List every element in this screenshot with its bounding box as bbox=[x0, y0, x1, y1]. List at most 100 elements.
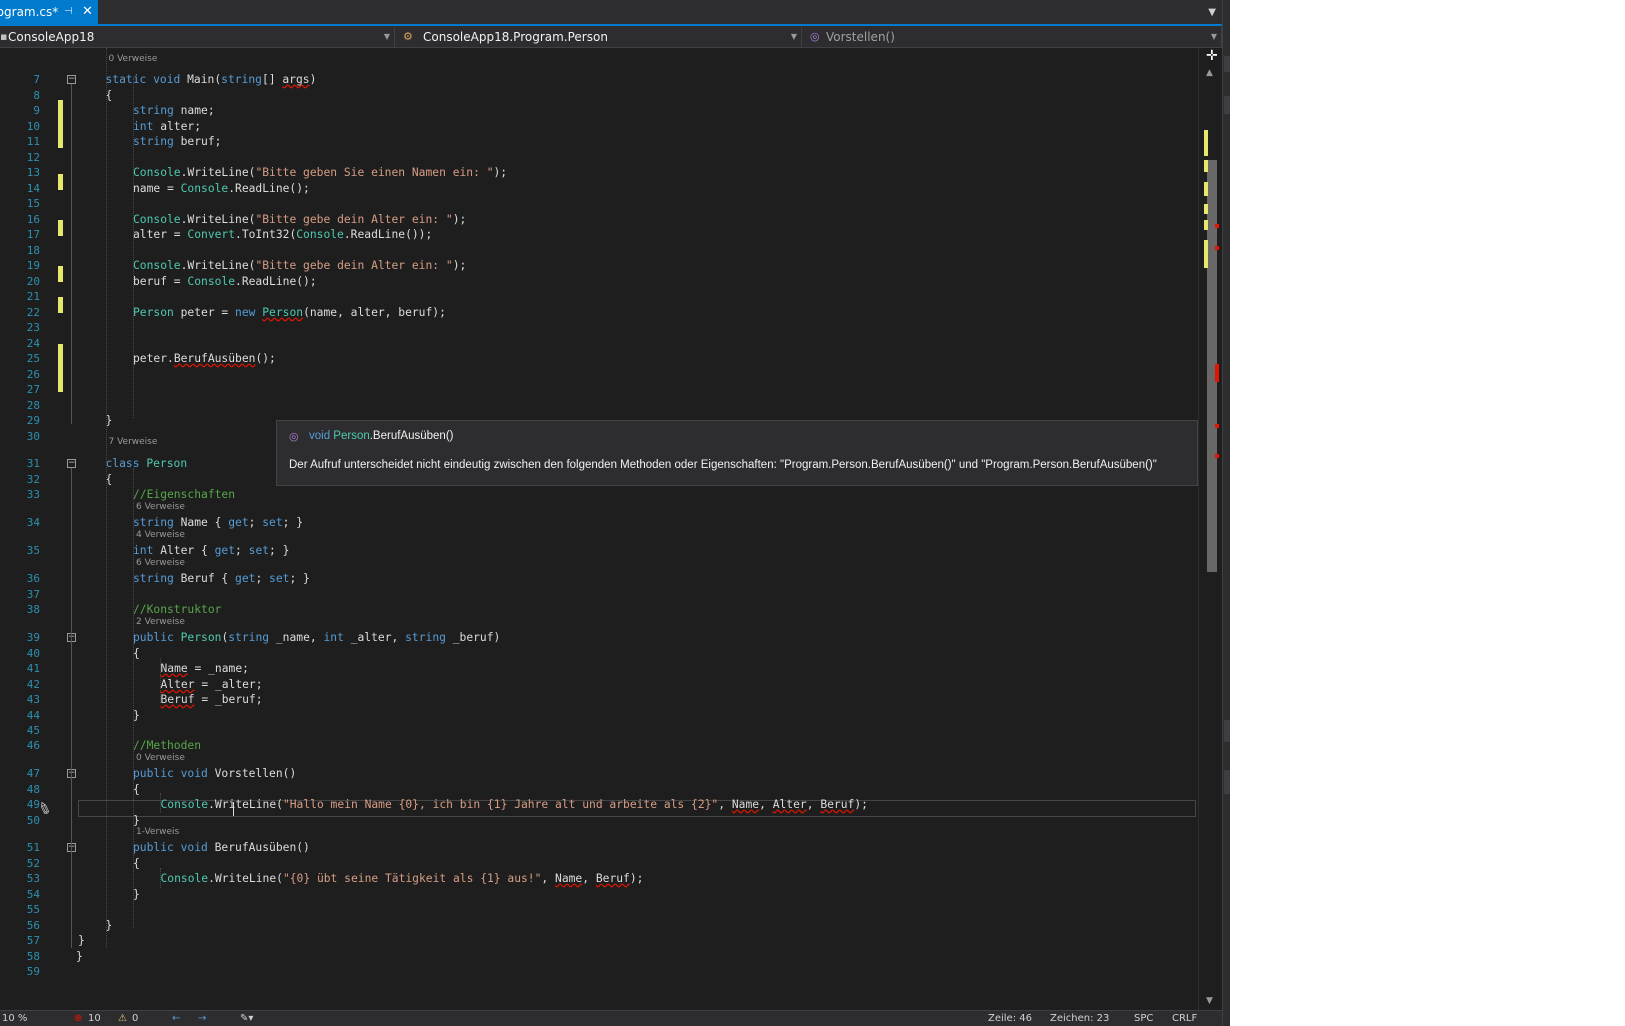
code-line-51[interactable]: 51 public void BerufAusüben() bbox=[0, 840, 1198, 856]
code-line-12[interactable]: 12 bbox=[0, 150, 1198, 166]
code-line-16[interactable]: 16 Console.WriteLine("Bitte gebe dein Alt… bbox=[0, 212, 1198, 228]
text-caret bbox=[233, 802, 234, 816]
member-dropdown[interactable]: ◎ Vorstellen() ▼ bbox=[804, 27, 1222, 47]
codelens-references[interactable]: 1-Verweis bbox=[136, 826, 179, 838]
code-text: int alter; bbox=[133, 120, 202, 133]
brush-icon[interactable]: ✎▾ bbox=[240, 1011, 253, 1026]
code-line-8[interactable]: 8{ bbox=[0, 88, 1198, 104]
code-line-25[interactable]: 25 peter.BerufAusüben(); bbox=[0, 351, 1198, 367]
side-panel-tab[interactable] bbox=[1224, 56, 1230, 72]
code-line-28[interactable]: 28 bbox=[0, 398, 1198, 414]
code-line-9[interactable]: 9 string name; bbox=[0, 103, 1198, 119]
codelens-references[interactable]: 6 Verweise bbox=[136, 557, 185, 569]
error-icon[interactable]: ⊗ bbox=[74, 1011, 82, 1026]
code-line-7[interactable]: 7 static void Main(string[] args) bbox=[0, 72, 1198, 88]
chevron-down-icon[interactable]: ▼ bbox=[1208, 0, 1216, 26]
code-line-20[interactable]: 20 beruf = Console.ReadLine(); bbox=[0, 274, 1198, 290]
code-line-53[interactable]: 53 Console.WriteLine("{0} übt seine Tätig… bbox=[0, 871, 1198, 887]
line-number: 54 bbox=[26, 888, 40, 901]
code-line-43[interactable]: 43 Beruf = _beruf; bbox=[0, 692, 1198, 708]
close-icon[interactable]: ✕ bbox=[82, 0, 93, 24]
collapse-toggle-icon[interactable]: − bbox=[67, 75, 76, 84]
code-line-23[interactable]: 23 bbox=[0, 320, 1198, 336]
code-line-14[interactable]: 14 name = Console.ReadLine(); bbox=[0, 181, 1198, 197]
code-line-59[interactable]: 59 bbox=[0, 964, 1198, 980]
code-line-15[interactable]: 15 bbox=[0, 196, 1198, 212]
code-line-37[interactable]: 37 bbox=[0, 587, 1198, 603]
change-marker bbox=[58, 344, 63, 392]
navigate-forward-icon[interactable]: → bbox=[198, 1011, 206, 1026]
codelens-references[interactable]: 6 Verweise bbox=[136, 501, 185, 513]
code-line-44[interactable]: 44} bbox=[0, 708, 1198, 724]
collapse-toggle-icon[interactable]: − bbox=[67, 459, 76, 468]
pin-icon[interactable]: ⊣ bbox=[64, 0, 73, 24]
code-line-24[interactable]: 24 bbox=[0, 336, 1198, 352]
code-line-54[interactable]: 54} bbox=[0, 887, 1198, 903]
codelens-references[interactable]: 4 Verweise bbox=[136, 529, 185, 541]
code-line-13[interactable]: 13 Console.WriteLine("Bitte geben Sie ein… bbox=[0, 165, 1198, 181]
scroll-track[interactable] bbox=[1202, 84, 1220, 992]
change-marker bbox=[1204, 220, 1208, 230]
vertical-scrollbar[interactable]: ✛ ▲ ▼ bbox=[1198, 48, 1222, 1010]
method-icon: ◎ bbox=[810, 30, 820, 43]
code-line-27[interactable]: 27 bbox=[0, 382, 1198, 398]
code-line-18[interactable]: 18 bbox=[0, 243, 1198, 259]
code-line-56[interactable]: 56} bbox=[0, 918, 1198, 934]
side-panel-tab[interactable] bbox=[1224, 770, 1230, 794]
indent-guide bbox=[133, 468, 134, 928]
scroll-up-icon[interactable]: ▲ bbox=[1206, 68, 1213, 78]
code-line-26[interactable]: 26 bbox=[0, 367, 1198, 383]
code-line-39[interactable]: 39 public Person(string _name, int _alter… bbox=[0, 630, 1198, 646]
line-number: 21 bbox=[26, 290, 40, 303]
line-number: 25 bbox=[26, 352, 40, 365]
codelens-references[interactable]: 7 Verweise bbox=[109, 436, 158, 448]
code-line-42[interactable]: 42 Alter = _alter; bbox=[0, 677, 1198, 693]
code-line-40[interactable]: 40 { bbox=[0, 646, 1198, 662]
code-line-58[interactable]: 58} bbox=[0, 949, 1198, 965]
indent-guide bbox=[160, 658, 161, 703]
code-line-45[interactable]: 45 bbox=[0, 723, 1198, 739]
code-text: public void BerufAusüben() bbox=[133, 841, 310, 854]
split-editor-icon[interactable]: ✛ bbox=[1206, 48, 1218, 64]
line-number: 57 bbox=[26, 934, 40, 947]
codelens-references[interactable]: 0 Verweise bbox=[136, 752, 185, 764]
class-dropdown[interactable]: ⚙ ConsoleApp18.Program.Person ▼ bbox=[397, 27, 802, 47]
document-tab-bar: rogram.cs* ⊣ ✕ ▼ bbox=[0, 0, 1222, 26]
project-dropdown[interactable]: ▪ ConsoleApp18 ▼ bbox=[0, 27, 395, 47]
code-line-22[interactable]: 22 Person peter = new Person(name, alter,… bbox=[0, 305, 1198, 321]
code-line-55[interactable]: 55 bbox=[0, 902, 1198, 918]
code-line-21[interactable]: 21 bbox=[0, 289, 1198, 305]
code-line-11[interactable]: 11 string beruf; bbox=[0, 134, 1198, 150]
navigate-back-icon[interactable]: ← bbox=[172, 1011, 180, 1026]
outline-guide bbox=[71, 84, 72, 424]
code-text: Console.WriteLine("Bitte geben Sie einen… bbox=[133, 166, 508, 179]
error-marker bbox=[1215, 364, 1219, 376]
code-line-49[interactable]: 49 Console.WriteLine("Hallo mein Name {0}… bbox=[0, 797, 1198, 813]
code-editor[interactable]: 7 static void Main(string[] args) 8{9 strin… bbox=[0, 48, 1198, 1010]
tab-program-cs[interactable]: rogram.cs* ⊣ ✕ bbox=[0, 0, 98, 24]
code-line-47[interactable]: 47 public void Vorstellen() bbox=[0, 766, 1198, 782]
code-line-19[interactable]: 19 Console.WriteLine("Bitte gebe dein Alt… bbox=[0, 258, 1198, 274]
line-number: 42 bbox=[26, 678, 40, 691]
code-line-17[interactable]: 17 alter = Convert.ToInt32(Console.ReadLi… bbox=[0, 227, 1198, 243]
code-line-57[interactable]: 57} bbox=[0, 933, 1198, 949]
signature-keyword: void bbox=[309, 430, 334, 442]
error-marker bbox=[1215, 376, 1219, 382]
code-line-52[interactable]: 52 { bbox=[0, 856, 1198, 872]
code-line-41[interactable]: 41 Name = _name; bbox=[0, 661, 1198, 677]
code-line-48[interactable]: 48 { bbox=[0, 782, 1198, 798]
side-panel-tab[interactable] bbox=[1224, 720, 1230, 742]
side-panel-tab[interactable] bbox=[1224, 96, 1230, 114]
code-line-50[interactable]: 50} bbox=[0, 813, 1198, 829]
warning-icon[interactable]: ⚠ bbox=[118, 1011, 127, 1026]
outline-guide bbox=[71, 468, 72, 948]
error-count[interactable]: 10 bbox=[88, 1011, 101, 1026]
warning-count[interactable]: 0 bbox=[132, 1011, 138, 1026]
code-line-36[interactable]: 36 string Beruf { get; set; } bbox=[0, 571, 1198, 587]
codelens-references[interactable]: 0 Verweise bbox=[109, 53, 158, 65]
scroll-down-icon[interactable]: ▼ bbox=[1206, 996, 1213, 1006]
codelens-references[interactable]: 2 Verweise bbox=[136, 616, 185, 628]
code-line-10[interactable]: 10 int alter; bbox=[0, 119, 1198, 135]
zoom-level[interactable]: 10 % bbox=[2, 1011, 27, 1026]
line-number: 23 bbox=[26, 321, 40, 334]
